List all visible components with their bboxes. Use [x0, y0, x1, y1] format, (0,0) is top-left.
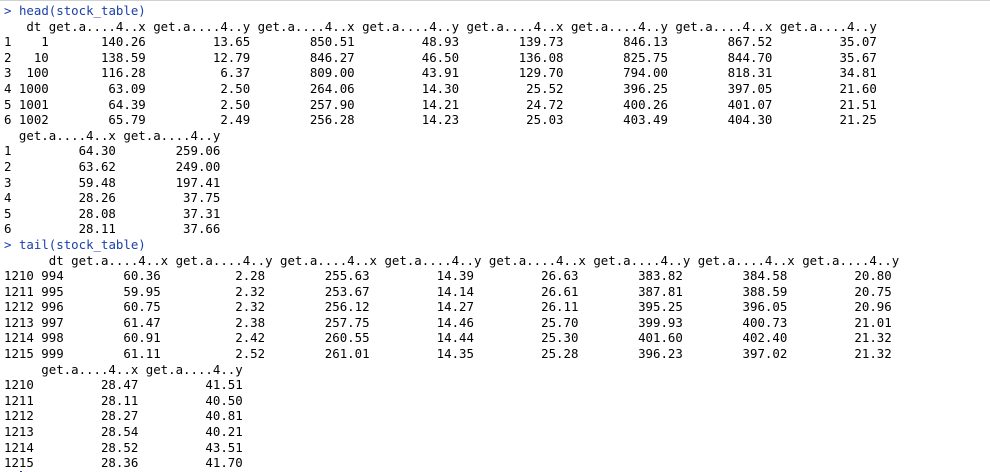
prompt-symbol: >	[4, 236, 12, 252]
output-line: 1213 997 61.47 2.38 257.75 14.46 25.70 3…	[4, 314, 892, 330]
output-line: 1210 994 60.36 2.28 255.63 14.39 26.63 3…	[4, 268, 892, 284]
output-line: get.a....4..x get.a....4..y	[4, 361, 243, 377]
output-line: 1214 28.52 43.51	[4, 439, 243, 455]
output-line: 2 10 138.59 12.79 846.27 46.50 136.08 82…	[4, 49, 877, 65]
output-line: 1 1 140.26 13.65 850.51 48.93 139.73 846…	[4, 34, 877, 50]
output-line: 1211 28.11 40.50	[4, 392, 243, 408]
output-line: 2 63.62 249.00	[4, 158, 221, 174]
output-line: 5 1001 64.39 2.50 257.90 14.21 24.72 400…	[4, 96, 877, 112]
output-line: 6 28.11 37.66	[4, 221, 221, 237]
tail-output: dt get.a....4..x get.a....4..y get.a....…	[4, 253, 990, 471]
command-line-head: > head(stock_table)	[4, 3, 990, 19]
head-output: dt get.a....4..x get.a....4..y get.a....…	[4, 19, 990, 237]
output-line: 4 1000 63.09 2.50 264.06 14.30 25.52 396…	[4, 80, 877, 96]
command-line-tail: > tail(stock_table)	[4, 237, 990, 253]
r-console[interactable]: > head(stock_table) dt get.a....4..x get…	[0, 0, 990, 472]
output-line: dt get.a....4..x get.a....4..y get.a....…	[4, 18, 877, 34]
output-line: 1212 28.27 40.81	[4, 408, 243, 424]
output-line: 5 28.08 37.31	[4, 205, 221, 221]
command-text: head(stock_table)	[18, 3, 146, 18]
output-line: 1215 999 61.11 2.52 261.01 14.35 25.28 3…	[4, 346, 892, 362]
output-line: 4 28.26 37.75	[4, 190, 221, 206]
output-line: 3 59.48 197.41	[4, 174, 221, 190]
prompt-symbol: >	[4, 3, 12, 18]
output-line: 1 64.30 259.06	[4, 143, 221, 159]
output-line: 6 1002 65.79 2.49 256.28 14.23 25.03 403…	[4, 112, 877, 128]
output-line: 1215 28.36 41.70	[4, 455, 243, 471]
output-line: 1212 996 60.75 2.32 256.12 14.27 26.11 3…	[4, 299, 892, 315]
output-line: 1211 995 59.95 2.32 253.67 14.14 26.61 3…	[4, 283, 892, 299]
command-text: tail(stock_table)	[18, 236, 146, 252]
output-line: 1210 28.47 41.51	[4, 377, 243, 393]
output-line: 3 100 116.28 6.37 809.00 43.91 129.70 79…	[4, 65, 877, 81]
output-line: 1214 998 60.91 2.42 260.55 14.44 25.30 4…	[4, 330, 892, 346]
output-line: get.a....4..x get.a....4..y	[4, 127, 221, 143]
output-line: dt get.a....4..x get.a....4..y get.a....…	[4, 252, 900, 268]
output-line: 1213 28.54 40.21	[4, 424, 243, 440]
